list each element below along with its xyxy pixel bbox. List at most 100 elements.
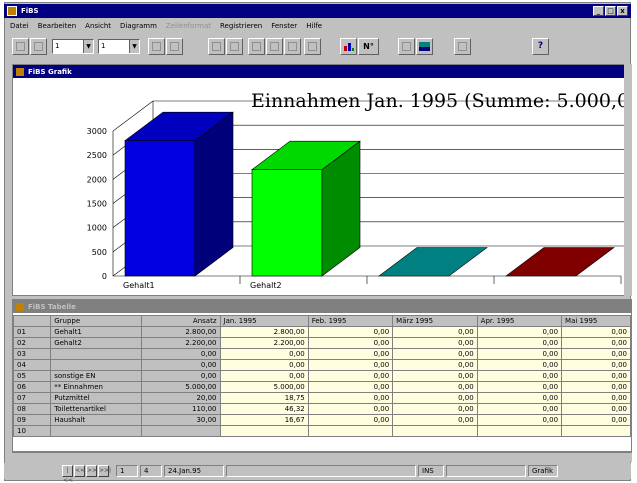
value-cell[interactable]: 18,75	[219, 392, 309, 404]
menu-fenster[interactable]: Fenster	[271, 22, 297, 30]
menu-hilfe[interactable]: Hilfe	[306, 22, 322, 30]
help-icon[interactable]: ?	[532, 38, 549, 55]
group-cell[interactable]: Putzmittel	[50, 392, 143, 404]
value-cell[interactable]: 0,00	[392, 326, 478, 338]
value-cell[interactable]: 0,00	[392, 359, 478, 371]
row-number-cell[interactable]: 10	[13, 425, 52, 437]
value-cell[interactable]: 0,00	[392, 337, 478, 349]
maximize-button[interactable]: □	[605, 6, 616, 16]
value-cell[interactable]: 0,00	[219, 348, 309, 360]
value-cell[interactable]: 0,00	[141, 359, 221, 371]
value-cell[interactable]: 0,00	[476, 370, 563, 382]
group-cell[interactable]: Haushalt	[50, 414, 143, 426]
copy-icon[interactable]	[166, 38, 183, 55]
first-record-button[interactable]: |<<	[62, 465, 73, 483]
menu-diagramm[interactable]: Diagramm	[120, 22, 157, 30]
value-cell[interactable]	[307, 425, 394, 437]
value-cell[interactable]: 5.000,00	[219, 381, 309, 393]
row-number-cell[interactable]: 01	[13, 326, 52, 338]
group-cell[interactable]: ** Einnahmen	[50, 381, 143, 393]
row-number-cell[interactable]: 04	[13, 359, 52, 371]
table-row[interactable]: 10	[13, 425, 631, 437]
view1-icon[interactable]	[208, 38, 225, 55]
group-cell[interactable]: Gehalt1	[50, 326, 143, 338]
column-header[interactable]: März 1995	[392, 315, 478, 327]
menu-ansicht[interactable]: Ansicht	[85, 22, 111, 30]
value-cell[interactable]: 0,00	[476, 326, 563, 338]
value-cell[interactable]: 16,67	[219, 414, 309, 426]
value-cell[interactable]: 0,00	[476, 359, 563, 371]
value-cell[interactable]: 0,00	[392, 392, 478, 404]
column-header[interactable]: Mai 1995	[561, 315, 631, 327]
column-header[interactable]	[13, 315, 52, 327]
column-header[interactable]: Jan. 1995	[219, 315, 309, 327]
table-row[interactable]: 07 Putzmittel 20,00 18,75 0,00 0,00 0,00 0,00	[13, 392, 631, 404]
view6-icon[interactable]	[304, 38, 321, 55]
value-cell[interactable]: 0,00	[476, 348, 563, 360]
value-cell[interactable]: 5.000,00	[141, 381, 221, 393]
minimize-button[interactable]: _	[593, 6, 604, 16]
column-header[interactable]: Apr. 1995	[476, 315, 563, 327]
value-cell[interactable]: 0,00	[307, 403, 394, 415]
value-cell[interactable]	[476, 425, 563, 437]
value-cell[interactable]: 0,00	[219, 359, 309, 371]
value-cell[interactable]: 46,32	[219, 403, 309, 415]
prev-record-button[interactable]: <<	[74, 465, 85, 477]
value-cell[interactable]: 0,00	[561, 370, 631, 382]
group-cell[interactable]	[50, 359, 143, 371]
value-cell[interactable]: 0,00	[141, 348, 221, 360]
value-cell[interactable]: 0,00	[476, 381, 563, 393]
value-cell[interactable]: 0,00	[307, 326, 394, 338]
value-cell[interactable]: 2.200,00	[141, 337, 221, 349]
table-row[interactable]: 04 0,00 0,00 0,00 0,00 0,00 0,00	[13, 359, 631, 371]
value-cell[interactable]: 0,00	[561, 403, 631, 415]
view3-icon[interactable]	[248, 38, 265, 55]
value-cell[interactable]: 0,00	[561, 381, 631, 393]
table-row[interactable]: 09 Haushalt 30,00 16,67 0,00 0,00 0,00 0,00	[13, 414, 631, 426]
group-cell[interactable]: sonstige EN	[50, 370, 143, 382]
value-cell[interactable]: 30,00	[141, 414, 221, 426]
month-combo[interactable]: 1 ▼	[98, 39, 140, 54]
value-cell[interactable]	[392, 425, 478, 437]
table-row[interactable]: 05 sonstige EN 0,00 0,00 0,00 0,00 0,00 0,00	[13, 370, 631, 382]
group-combo[interactable]: 1 ▼	[52, 39, 94, 54]
group-cell[interactable]	[50, 348, 143, 360]
column-header[interactable]: Feb. 1995	[307, 315, 394, 327]
row-number-cell[interactable]: 09	[13, 414, 52, 426]
value-cell[interactable]	[561, 425, 631, 437]
value-cell[interactable]: 0,00	[307, 392, 394, 404]
value-cell[interactable]: 0,00	[307, 359, 394, 371]
close-button[interactable]: x	[617, 6, 628, 16]
menu-bearbeiten[interactable]: Bearbeiten	[38, 22, 76, 30]
table-row[interactable]: 01 Gehalt1 2.800,00 2.800,00 0,00 0,00 0,00 0,0…	[13, 326, 631, 338]
column-header[interactable]: Ansatz	[141, 315, 221, 327]
value-cell[interactable]: 0,00	[392, 403, 478, 415]
number-format-icon[interactable]: N°	[358, 38, 379, 55]
open-icon[interactable]	[30, 38, 47, 55]
image-icon[interactable]	[416, 38, 433, 55]
column-header[interactable]: Gruppe	[50, 315, 143, 327]
value-cell[interactable]: 0,00	[307, 414, 394, 426]
value-cell[interactable]: 0,00	[561, 392, 631, 404]
value-cell[interactable]: 20,00	[141, 392, 221, 404]
menu-datei[interactable]: Datei	[10, 22, 29, 30]
value-cell[interactable]: 0,00	[476, 392, 563, 404]
value-cell[interactable]: 0,00	[307, 348, 394, 360]
value-cell[interactable]: 0,00	[307, 381, 394, 393]
value-cell[interactable]: 0,00	[307, 337, 394, 349]
value-cell[interactable]: 0,00	[561, 337, 631, 349]
value-cell[interactable]: 0,00	[307, 370, 394, 382]
row-number-cell[interactable]: 03	[13, 348, 52, 360]
row-number-cell[interactable]: 02	[13, 337, 52, 349]
group-cell[interactable]: Toilettenartikel	[50, 403, 143, 415]
row-number-cell[interactable]: 07	[13, 392, 52, 404]
view2-icon[interactable]	[226, 38, 243, 55]
table-row[interactable]: 08 Toilettenartikel 110,00 46,32 0,00 0,00 0,0…	[13, 403, 631, 415]
last-record-button[interactable]: >>|	[98, 465, 111, 477]
view5-icon[interactable]	[284, 38, 301, 55]
value-cell[interactable]: 0,00	[561, 326, 631, 338]
value-cell[interactable]: 0,00	[392, 414, 478, 426]
value-cell[interactable]: 0,00	[392, 348, 478, 360]
row-number-cell[interactable]: 05	[13, 370, 52, 382]
group-cell[interactable]	[50, 425, 143, 437]
